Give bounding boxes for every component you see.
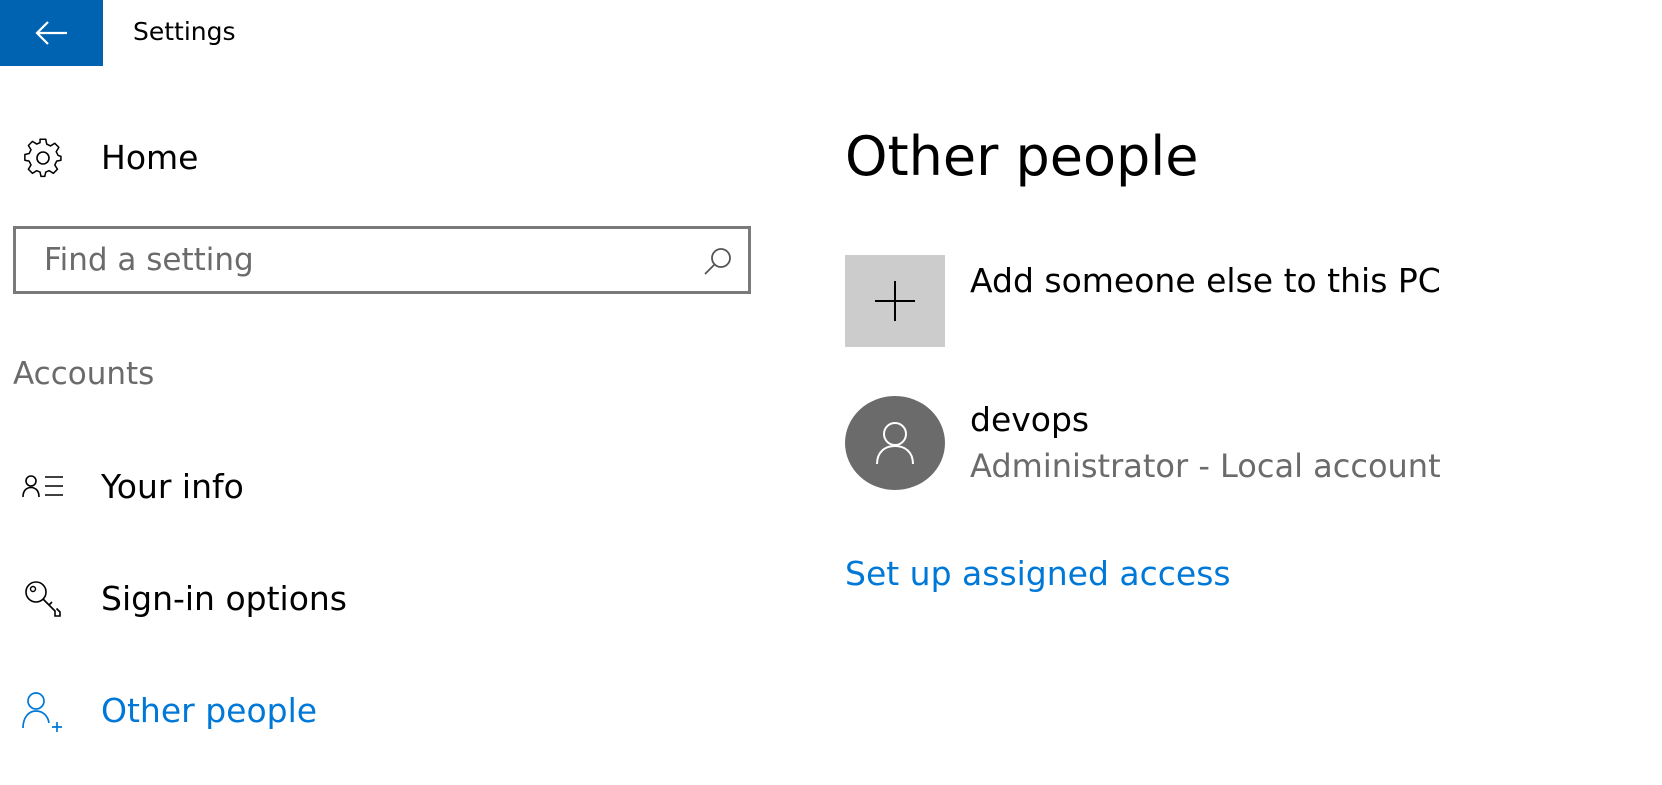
avatar xyxy=(845,396,945,490)
user-account-row[interactable]: devops Administrator - Local account xyxy=(845,396,1565,492)
window-title: Settings xyxy=(133,17,236,46)
sidebar-item-home-label: Home xyxy=(101,138,199,177)
search-box[interactable] xyxy=(13,226,751,294)
person-icon xyxy=(876,422,914,465)
assigned-access-link[interactable]: Set up assigned access xyxy=(845,554,1231,594)
sidebar-item-your-info[interactable]: Your info xyxy=(0,455,760,519)
back-button[interactable] xyxy=(0,0,103,66)
page-title: Other people xyxy=(845,125,1199,188)
sidebar-item-your-info-label: Your info xyxy=(101,467,244,506)
add-person-button[interactable] xyxy=(845,255,945,347)
sidebar-item-home[interactable]: Home xyxy=(0,126,760,190)
key-icon xyxy=(21,577,65,621)
section-heading-accounts: Accounts xyxy=(13,356,155,392)
add-person-icon xyxy=(21,689,65,733)
gear-icon xyxy=(21,136,65,180)
sidebar: Home Accounts Your info Sign-in optio xyxy=(0,66,770,785)
search-input[interactable] xyxy=(44,237,684,283)
back-arrow-icon xyxy=(34,21,67,45)
sidebar-item-sign-in-options-label: Sign-in options xyxy=(101,579,348,618)
title-bar: Settings xyxy=(0,0,1662,66)
sidebar-item-other-people-label: Other people xyxy=(101,691,318,730)
sidebar-item-sign-in-options[interactable]: Sign-in options xyxy=(0,567,760,631)
sidebar-item-other-people[interactable]: Other people xyxy=(0,679,760,743)
search-icon[interactable] xyxy=(702,245,734,277)
user-name: devops xyxy=(970,400,1090,439)
user-account-type: Administrator - Local account xyxy=(970,447,1441,485)
add-person-label[interactable]: Add someone else to this PC xyxy=(970,261,1441,301)
contact-card-icon xyxy=(21,465,65,509)
plus-icon xyxy=(875,281,915,321)
main-content: Other people Add someone else to this PC… xyxy=(845,66,1645,785)
